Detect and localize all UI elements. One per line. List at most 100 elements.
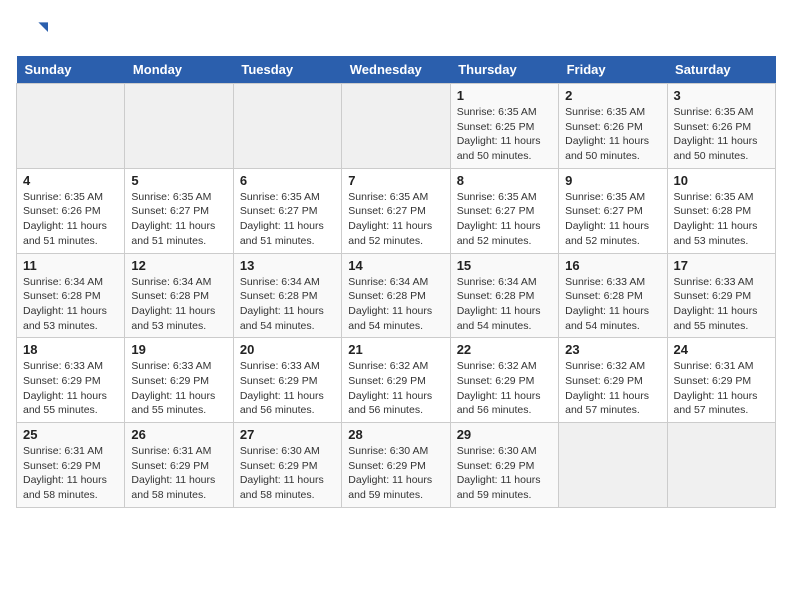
day-number: 11: [23, 258, 118, 273]
logo-icon: [16, 16, 48, 48]
day-number: 4: [23, 173, 118, 188]
day-cell: [17, 84, 125, 169]
day-cell: 12 Sunrise: 6:34 AM Sunset: 6:28 PM Dayli…: [125, 253, 233, 338]
day-info: Sunrise: 6:30 AM Sunset: 6:29 PM Dayligh…: [240, 444, 335, 503]
day-info: Sunrise: 6:34 AM Sunset: 6:28 PM Dayligh…: [457, 275, 552, 334]
day-info: Sunrise: 6:34 AM Sunset: 6:28 PM Dayligh…: [348, 275, 443, 334]
day-number: 21: [348, 342, 443, 357]
day-cell: 27 Sunrise: 6:30 AM Sunset: 6:29 PM Dayli…: [233, 423, 341, 508]
day-cell: 3 Sunrise: 6:35 AM Sunset: 6:26 PM Daylig…: [667, 84, 775, 169]
day-number: 19: [131, 342, 226, 357]
day-cell: 9 Sunrise: 6:35 AM Sunset: 6:27 PM Daylig…: [559, 168, 667, 253]
day-number: 10: [674, 173, 769, 188]
day-number: 7: [348, 173, 443, 188]
day-info: Sunrise: 6:30 AM Sunset: 6:29 PM Dayligh…: [457, 444, 552, 503]
column-header-saturday: Saturday: [667, 56, 775, 84]
day-number: 6: [240, 173, 335, 188]
day-info: Sunrise: 6:35 AM Sunset: 6:26 PM Dayligh…: [23, 190, 118, 249]
day-number: 27: [240, 427, 335, 442]
column-header-sunday: Sunday: [17, 56, 125, 84]
day-cell: 16Sunrise: 6:33 AM Sunset: 6:28 PM Dayli…: [559, 253, 667, 338]
column-header-wednesday: Wednesday: [342, 56, 450, 84]
day-number: 3: [674, 88, 769, 103]
day-number: 20: [240, 342, 335, 357]
day-info: Sunrise: 6:32 AM Sunset: 6:29 PM Dayligh…: [348, 359, 443, 418]
logo: [16, 16, 52, 48]
day-cell: 10 Sunrise: 6:35 AM Sunset: 6:28 PM Dayli…: [667, 168, 775, 253]
header-row: SundayMondayTuesdayWednesdayThursdayFrid…: [17, 56, 776, 84]
column-header-thursday: Thursday: [450, 56, 558, 84]
day-info: Sunrise: 6:35 AM Sunset: 6:28 PM Dayligh…: [674, 190, 769, 249]
week-row-2: 4 Sunrise: 6:35 AM Sunset: 6:26 PM Daylig…: [17, 168, 776, 253]
day-number: 1: [457, 88, 552, 103]
day-number: 12: [131, 258, 226, 273]
day-number: 24: [674, 342, 769, 357]
day-info: Sunrise: 6:35 AM Sunset: 6:25 PM Dayligh…: [457, 105, 552, 164]
day-cell: 28 Sunrise: 6:30 AM Sunset: 6:29 PM Dayli…: [342, 423, 450, 508]
day-cell: 2 Sunrise: 6:35 AM Sunset: 6:26 PM Daylig…: [559, 84, 667, 169]
day-number: 2: [565, 88, 660, 103]
day-info: Sunrise: 6:31 AM Sunset: 6:29 PM Dayligh…: [131, 444, 226, 503]
calendar-table: SundayMondayTuesdayWednesdayThursdayFrid…: [16, 56, 776, 508]
day-number: 13: [240, 258, 335, 273]
day-info: Sunrise: 6:33 AM Sunset: 6:29 PM Dayligh…: [240, 359, 335, 418]
day-cell: 5 Sunrise: 6:35 AM Sunset: 6:27 PM Daylig…: [125, 168, 233, 253]
day-cell: 23Sunrise: 6:32 AM Sunset: 6:29 PM Dayli…: [559, 338, 667, 423]
day-cell: 11 Sunrise: 6:34 AM Sunset: 6:28 PM Dayli…: [17, 253, 125, 338]
week-row-1: 1 Sunrise: 6:35 AM Sunset: 6:25 PM Daylig…: [17, 84, 776, 169]
day-info: Sunrise: 6:34 AM Sunset: 6:28 PM Dayligh…: [131, 275, 226, 334]
day-info: Sunrise: 6:35 AM Sunset: 6:26 PM Dayligh…: [674, 105, 769, 164]
day-cell: [559, 423, 667, 508]
day-cell: 25Sunrise: 6:31 AM Sunset: 6:29 PM Dayli…: [17, 423, 125, 508]
day-info: Sunrise: 6:33 AM Sunset: 6:29 PM Dayligh…: [131, 359, 226, 418]
header: [16, 16, 776, 48]
day-info: Sunrise: 6:35 AM Sunset: 6:27 PM Dayligh…: [457, 190, 552, 249]
column-header-monday: Monday: [125, 56, 233, 84]
day-info: Sunrise: 6:35 AM Sunset: 6:26 PM Dayligh…: [565, 105, 660, 164]
day-number: 25: [23, 427, 118, 442]
day-info: Sunrise: 6:35 AM Sunset: 6:27 PM Dayligh…: [240, 190, 335, 249]
week-row-3: 11 Sunrise: 6:34 AM Sunset: 6:28 PM Dayli…: [17, 253, 776, 338]
day-cell: 1 Sunrise: 6:35 AM Sunset: 6:25 PM Daylig…: [450, 84, 558, 169]
day-cell: 13 Sunrise: 6:34 AM Sunset: 6:28 PM Dayli…: [233, 253, 341, 338]
day-info: Sunrise: 6:34 AM Sunset: 6:28 PM Dayligh…: [240, 275, 335, 334]
day-cell: 7 Sunrise: 6:35 AM Sunset: 6:27 PM Daylig…: [342, 168, 450, 253]
day-info: Sunrise: 6:34 AM Sunset: 6:28 PM Dayligh…: [23, 275, 118, 334]
day-number: 22: [457, 342, 552, 357]
day-cell: 4 Sunrise: 6:35 AM Sunset: 6:26 PM Daylig…: [17, 168, 125, 253]
day-number: 9: [565, 173, 660, 188]
day-number: 29: [457, 427, 552, 442]
day-number: 8: [457, 173, 552, 188]
day-number: 15: [457, 258, 552, 273]
day-cell: 26 Sunrise: 6:31 AM Sunset: 6:29 PM Dayli…: [125, 423, 233, 508]
day-cell: [667, 423, 775, 508]
column-header-friday: Friday: [559, 56, 667, 84]
day-cell: 8 Sunrise: 6:35 AM Sunset: 6:27 PM Daylig…: [450, 168, 558, 253]
day-info: Sunrise: 6:35 AM Sunset: 6:27 PM Dayligh…: [565, 190, 660, 249]
week-row-4: 18 Sunrise: 6:33 AM Sunset: 6:29 PM Dayli…: [17, 338, 776, 423]
day-number: 26: [131, 427, 226, 442]
day-cell: [233, 84, 341, 169]
day-info: Sunrise: 6:33 AM Sunset: 6:29 PM Dayligh…: [674, 275, 769, 334]
day-number: 23: [565, 342, 660, 357]
day-cell: [342, 84, 450, 169]
day-cell: 24Sunrise: 6:31 AM Sunset: 6:29 PM Dayli…: [667, 338, 775, 423]
week-row-5: 25 Sunrise: 6:31 AM Sunset: 6:29 PM Dayli…: [17, 423, 776, 508]
day-info: Sunrise: 6:35 AM Sunset: 6:27 PM Dayligh…: [131, 190, 226, 249]
day-number: 5: [131, 173, 226, 188]
day-cell: 20 Sunrise: 6:33 AM Sunset: 6:29 PM Dayli…: [233, 338, 341, 423]
column-header-tuesday: Tuesday: [233, 56, 341, 84]
day-info: Sunrise: 6:32 AM Sunset: 6:29 PM Dayligh…: [457, 359, 552, 418]
day-number: 14: [348, 258, 443, 273]
day-info: Sunrise: 6:30 AM Sunset: 6:29 PM Dayligh…: [348, 444, 443, 503]
day-info: Sunrise: 6:33 AM Sunset: 6:29 PM Dayligh…: [23, 359, 118, 418]
day-cell: [125, 84, 233, 169]
day-info: Sunrise: 6:35 AM Sunset: 6:27 PM Dayligh…: [348, 190, 443, 249]
day-number: 18: [23, 342, 118, 357]
day-cell: 17Sunrise: 6:33 AM Sunset: 6:29 PM Dayli…: [667, 253, 775, 338]
day-info: Sunrise: 6:33 AM Sunset: 6:28 PM Dayligh…: [565, 275, 660, 334]
day-cell: 22 Sunrise: 6:32 AM Sunset: 6:29 PM Dayli…: [450, 338, 558, 423]
day-cell: 14 Sunrise: 6:34 AM Sunset: 6:28 PM Dayli…: [342, 253, 450, 338]
day-number: 28: [348, 427, 443, 442]
day-cell: 6 Sunrise: 6:35 AM Sunset: 6:27 PM Daylig…: [233, 168, 341, 253]
